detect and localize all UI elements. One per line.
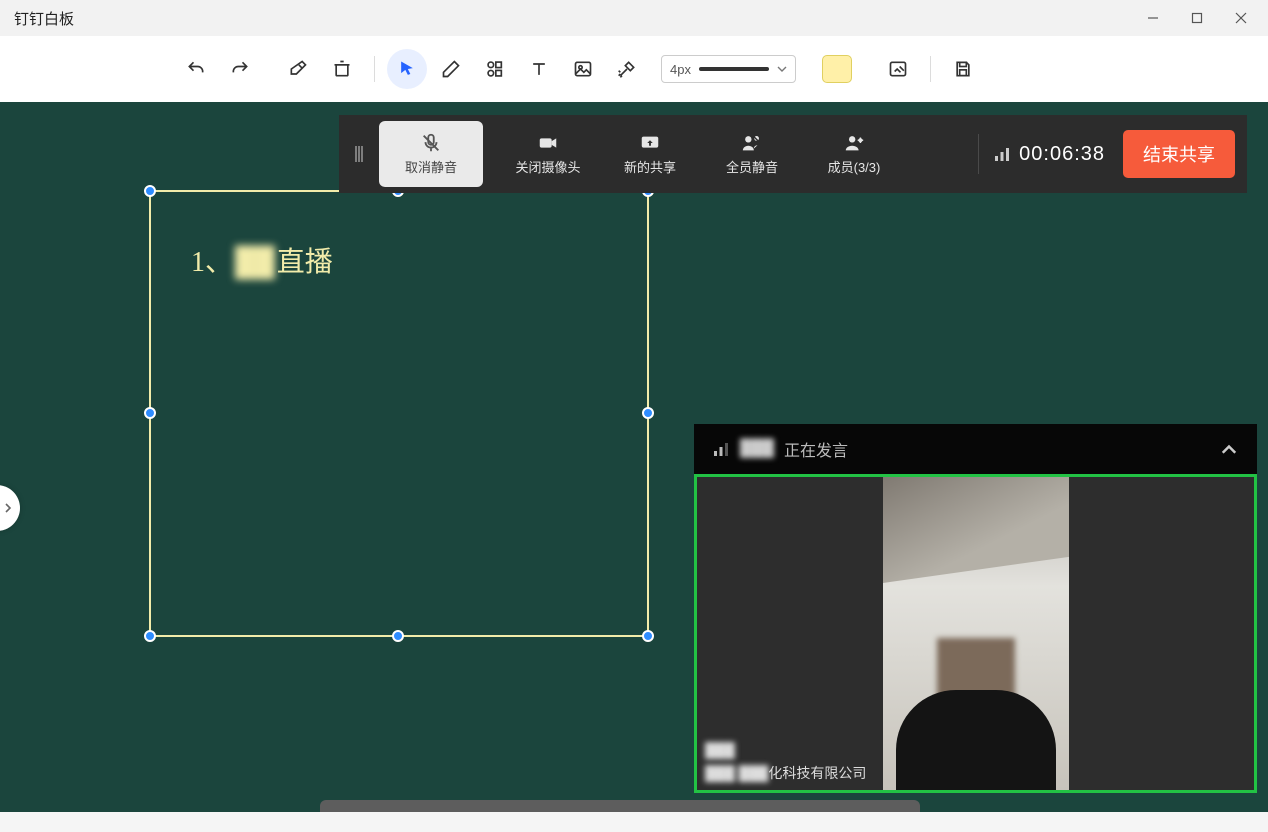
toolbar-separator <box>930 56 931 82</box>
edit-background-icon <box>888 59 908 79</box>
camera-icon <box>535 132 561 154</box>
edit-background-button[interactable] <box>878 49 918 89</box>
stroke-preview <box>699 67 769 71</box>
resize-handle-mb[interactable] <box>392 630 404 642</box>
chevron-right-icon <box>2 502 14 514</box>
canvas-text-blur: ██ <box>233 247 277 278</box>
shapes-icon <box>485 59 505 79</box>
save-button[interactable] <box>943 49 983 89</box>
meeting-controls-bar[interactable]: 取消静音 关闭摄像头 新的共享 全员静音 成员(3/3) 00:06:38 结束… <box>339 115 1247 193</box>
camera-off-label: 关闭摄像头 <box>515 157 580 176</box>
overlay-name: ███ <box>705 739 866 761</box>
members-button[interactable]: 成员(3/3) <box>803 121 905 187</box>
share-screen-icon <box>637 132 663 154</box>
chevron-up-icon[interactable] <box>1219 439 1239 459</box>
color-swatch[interactable] <box>822 55 852 83</box>
video-panel[interactable]: ███ 正在发言 ███ ███ ███化科技有限公司 <box>694 424 1257 793</box>
stroke-width-label: 4px <box>670 62 691 77</box>
resize-handle-tl[interactable] <box>144 185 156 197</box>
signal-icon <box>993 145 1011 163</box>
toolbar-separator <box>374 56 375 82</box>
eraser-icon <box>288 59 308 79</box>
canvas-text-prefix: 1、 <box>191 247 233 278</box>
window-buttons <box>1132 3 1262 33</box>
overlay-company-suffix: 化科技有限公司 <box>768 765 866 781</box>
canvas-text[interactable]: 1、██直播 <box>191 240 333 280</box>
side-panel-expand[interactable] <box>0 485 20 531</box>
cursor-icon <box>397 59 417 79</box>
laser-tool-button[interactable] <box>607 49 647 89</box>
new-share-button[interactable]: 新的共享 <box>599 121 701 187</box>
mute-all-icon <box>739 132 765 154</box>
unmute-label: 取消静音 <box>405 157 457 176</box>
pen-tool-button[interactable] <box>431 49 471 89</box>
end-share-button[interactable]: 结束共享 <box>1123 130 1235 178</box>
resize-handle-bl[interactable] <box>144 630 156 642</box>
end-share-label: 结束共享 <box>1143 141 1215 167</box>
resize-handle-br[interactable] <box>642 630 654 642</box>
timer-value: 00:06:38 <box>1019 143 1105 166</box>
members-label: 成员(3/3) <box>828 157 881 176</box>
maximize-button[interactable] <box>1176 3 1218 33</box>
unmute-button[interactable]: 取消静音 <box>379 121 483 187</box>
redo-icon <box>230 59 250 79</box>
video-tile-dark <box>1069 477 1255 790</box>
clear-button[interactable] <box>322 49 362 89</box>
chevron-down-icon <box>777 64 787 74</box>
save-icon <box>953 59 973 79</box>
speaker-name-blur: ███ <box>740 440 774 458</box>
video-overlay-caption: ███ ███ ███化科技有限公司 <box>705 739 866 784</box>
mute-all-label: 全员静音 <box>726 157 778 176</box>
redo-button[interactable] <box>220 49 260 89</box>
close-button[interactable] <box>1220 3 1262 33</box>
text-icon <box>529 59 549 79</box>
signal-icon <box>712 440 730 458</box>
mic-muted-icon <box>418 132 444 154</box>
horizontal-scrollbar[interactable] <box>320 800 920 812</box>
drag-handle[interactable] <box>339 115 379 193</box>
meeting-timer: 00:06:38 <box>979 143 1117 166</box>
laser-icon <box>617 59 637 79</box>
mute-all-button[interactable]: 全员静音 <box>701 121 803 187</box>
undo-icon <box>186 59 206 79</box>
drag-handle-icon <box>353 144 365 164</box>
members-icon <box>841 132 867 154</box>
select-tool-button[interactable] <box>387 49 427 89</box>
clear-icon <box>332 59 352 79</box>
overlay-company-blur: ███ ███ <box>705 765 768 781</box>
eraser-button[interactable] <box>278 49 318 89</box>
close-icon <box>1235 12 1247 24</box>
image-tool-button[interactable] <box>563 49 603 89</box>
video-tile-camera <box>883 477 1069 790</box>
stroke-width-select[interactable]: 4px <box>661 55 796 83</box>
canvas-text-suffix: 直播 <box>277 247 333 278</box>
shapes-tool-button[interactable] <box>475 49 515 89</box>
pen-icon <box>441 59 461 79</box>
minimize-button[interactable] <box>1132 3 1174 33</box>
text-tool-button[interactable] <box>519 49 559 89</box>
video-panel-body: ███ ███ ███化科技有限公司 <box>694 474 1257 793</box>
camera-off-button[interactable]: 关闭摄像头 <box>497 121 599 187</box>
whiteboard-toolbar: 4px <box>0 36 1268 102</box>
image-icon <box>573 59 593 79</box>
window-titlebar: 钉钉白板 <box>0 0 1268 36</box>
speaker-status: 正在发言 <box>784 437 848 461</box>
resize-handle-ml[interactable] <box>144 407 156 419</box>
video-panel-header: ███ 正在发言 <box>694 424 1257 474</box>
selection-box[interactable]: 1、██直播 <box>149 190 649 637</box>
minimize-icon <box>1147 12 1159 24</box>
new-share-label: 新的共享 <box>624 157 676 176</box>
resize-handle-mr[interactable] <box>642 407 654 419</box>
undo-button[interactable] <box>176 49 216 89</box>
window-title: 钉钉白板 <box>14 8 74 29</box>
maximize-icon <box>1191 12 1203 24</box>
